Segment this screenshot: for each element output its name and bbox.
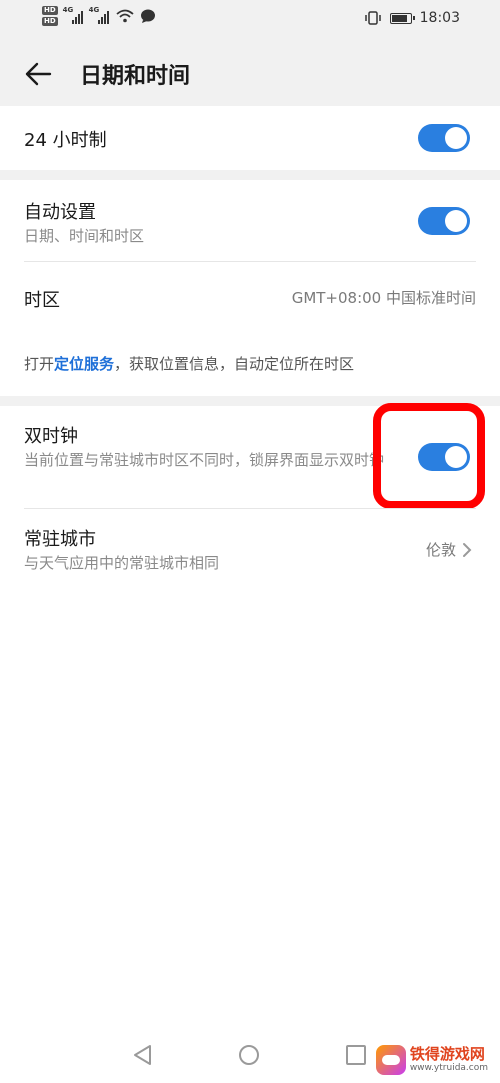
message-icon: [140, 9, 155, 23]
signal-icon: 4G: [88, 6, 110, 24]
wifi-icon: [116, 9, 134, 23]
section-gap: [0, 170, 500, 180]
setting-row-24-hour[interactable]: 24 小时制: [0, 106, 500, 170]
tip-prefix: 打开: [24, 355, 55, 373]
location-tip: 打开定位服务，获取位置信息，自动定位所在时区: [24, 353, 354, 374]
clock-time: 18:03: [419, 10, 460, 26]
hd-badge: HD: [42, 17, 58, 26]
toggle-auto-set[interactable]: [418, 207, 470, 235]
toggle-24-hour[interactable]: [418, 124, 470, 152]
setting-label: 时区: [24, 290, 60, 311]
home-city-value: 伦敦: [425, 541, 456, 559]
setting-sub: 日期、时间和时区: [24, 227, 145, 245]
nav-back-icon[interactable]: [132, 1044, 154, 1066]
status-right: 18:03: [364, 10, 460, 26]
setting-label: 24 小时制: [24, 130, 107, 151]
watermark-logo-icon: [375, 1045, 406, 1075]
setting-sub: 当前位置与常驻城市时区不同时，锁屏界面显示双时钟: [24, 451, 385, 469]
battery-icon: [389, 12, 415, 24]
watermark: 铁得游戏网 www.ytruida.com: [371, 1043, 492, 1077]
hd-badge: HD: [42, 6, 58, 15]
setting-label: 双时钟: [24, 426, 78, 447]
signal-icon: 4G: [62, 6, 84, 24]
setting-label: 常驻城市: [24, 529, 96, 550]
tip-suffix: ，获取位置信息，自动定位所在时区: [114, 355, 355, 373]
highlight-box: [373, 403, 485, 509]
page-title: 日期和时间: [80, 64, 191, 89]
watermark-name: 铁得游戏网: [409, 1045, 485, 1063]
watermark-url: www.ytruida.com: [409, 1063, 488, 1073]
location-service-link[interactable]: 定位服务: [54, 355, 114, 373]
vibrate-icon: [364, 11, 381, 25]
network-type-label: 4G: [88, 6, 100, 14]
toggle-knob: [445, 127, 467, 149]
status-left: HD HD 4G 4G: [42, 6, 156, 26]
setting-sub: 与天气应用中的常驻城市相同: [24, 554, 220, 572]
nav-recent-icon[interactable]: [346, 1045, 366, 1065]
nav-home-icon[interactable]: [239, 1045, 259, 1065]
toggle-knob: [445, 210, 467, 232]
setting-row-auto-set[interactable]: 自动设置 日期、时间和时区: [0, 180, 500, 261]
timezone-value: GMT+08:00 中国标准时间: [291, 289, 476, 307]
setting-row-home-city[interactable]: 常驻城市 与天气应用中的常驻城市相同 伦敦: [0, 509, 500, 589]
hd-badges: HD HD: [42, 6, 58, 26]
setting-row-timezone[interactable]: 时区 GMT+08:00 中国标准时间: [0, 262, 500, 332]
chevron-right-icon: [463, 543, 472, 557]
arrow-left-icon[interactable]: [24, 60, 52, 88]
setting-label: 自动设置: [24, 202, 96, 223]
title-bar: 日期和时间: [0, 40, 500, 106]
watermark-text: 铁得游戏网 www.ytruida.com: [410, 1046, 488, 1074]
status-bar: HD HD 4G 4G 18:03: [0, 0, 500, 40]
network-type-label: 4G: [62, 6, 74, 14]
